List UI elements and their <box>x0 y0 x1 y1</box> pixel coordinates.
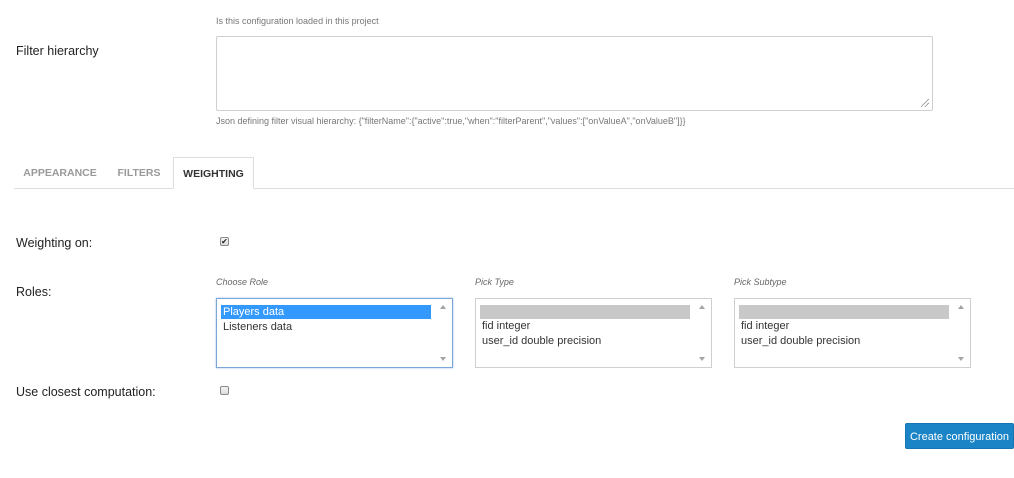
choose-role-listbox[interactable]: Players data Listeners data <box>216 298 453 368</box>
scroll-down-icon[interactable] <box>699 357 705 361</box>
scroll-down-icon[interactable] <box>440 357 446 361</box>
filter-hierarchy-label: Filter hierarchy <box>16 44 99 58</box>
choose-role-caption: Choose Role <box>216 277 269 287</box>
resize-grip-icon[interactable] <box>921 99 929 107</box>
pick-type-caption: Pick Type <box>475 277 514 287</box>
closest-computation-label: Use closest computation: <box>16 385 156 399</box>
scrollbar[interactable] <box>694 299 711 367</box>
pick-subtype-caption: Pick Subtype <box>734 277 787 287</box>
pick-subtype-listbox[interactable]: fid integer user_id double precision <box>734 298 971 368</box>
list-item[interactable]: user_id double precision <box>480 334 690 348</box>
scroll-up-icon[interactable] <box>699 305 705 309</box>
tab-weighting[interactable]: WEIGHTING <box>173 157 254 189</box>
loaded-hint: Is this configuration loaded in this pro… <box>216 16 379 26</box>
scroll-up-icon[interactable] <box>440 305 446 309</box>
list-item[interactable]: user_id double precision <box>739 334 949 348</box>
filter-hierarchy-help: Json defining filter visual hierarchy: {… <box>216 116 686 126</box>
list-item[interactable]: fid integer <box>739 319 949 333</box>
create-configuration-button[interactable]: Create configuration <box>905 423 1014 449</box>
closest-computation-checkbox[interactable] <box>220 386 229 395</box>
scrollbar[interactable] <box>953 299 970 367</box>
pick-type-listbox[interactable]: fid integer user_id double precision <box>475 298 712 368</box>
list-item[interactable]: Players data <box>221 305 431 319</box>
weighting-on-checkbox[interactable]: ✔ <box>220 237 229 246</box>
tab-appearance[interactable]: APPEARANCE <box>14 157 106 189</box>
list-item[interactable]: fid integer <box>480 319 690 333</box>
tab-filters[interactable]: FILTERS <box>108 157 170 189</box>
roles-label: Roles: <box>16 285 52 299</box>
list-item[interactable]: Listeners data <box>221 320 431 334</box>
list-item[interactable] <box>739 305 949 319</box>
filter-hierarchy-textarea[interactable] <box>216 36 933 111</box>
scroll-up-icon[interactable] <box>958 305 964 309</box>
weighting-on-label: Weighting on: <box>16 236 93 250</box>
scrollbar[interactable] <box>435 299 452 367</box>
scroll-down-icon[interactable] <box>958 357 964 361</box>
list-item[interactable] <box>480 305 690 319</box>
